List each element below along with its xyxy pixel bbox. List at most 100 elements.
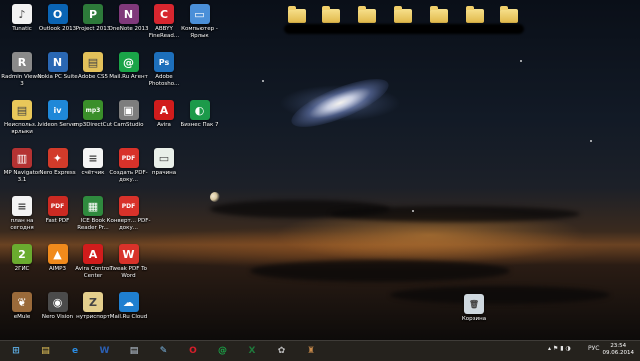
project-icon: P xyxy=(83,4,103,24)
folder-icon[interactable] xyxy=(358,6,378,24)
nero-express-icon: ✦ xyxy=(47,148,68,168)
tweak-pdf-icon: W xyxy=(118,244,139,264)
emule-icon: ❦ xyxy=(12,292,32,312)
windows-icon: ⊞ xyxy=(12,346,20,356)
excel-icon: X xyxy=(248,346,256,356)
desktop-icon-label: прачина xyxy=(151,170,177,176)
redacted-labels xyxy=(284,24,524,34)
moon-image xyxy=(210,192,220,202)
mailru-cloud-icon: ☁ xyxy=(118,292,139,312)
taskbar: ⊞ ▤ e W ▤ ✎ O @ X ✿ ♜ ▴ ⚑ ▮ ◑ РУС 23:54 09.06.2014 xyxy=(0,340,640,361)
document-icon: ≡ xyxy=(83,148,103,168)
folder-icon[interactable] xyxy=(466,6,486,24)
avira-control-icon: A xyxy=(83,244,103,264)
mp3directcut-icon: mp3 xyxy=(83,100,103,120)
word-button[interactable]: W xyxy=(95,343,115,359)
paint-button[interactable]: ✿ xyxy=(272,343,292,359)
desktop-icon[interactable]: ≡ план на сегодня xyxy=(3,196,41,231)
nero-vision-icon: ◉ xyxy=(47,292,68,312)
paint-icon: ✿ xyxy=(277,346,286,356)
desktop-icon[interactable]: ▤ Неиспольз... ярлыки xyxy=(3,100,41,135)
folder-icon: ▤ xyxy=(12,100,32,120)
internet-explorer-icon: e xyxy=(71,346,79,356)
desktop-icon-label: Конверт... PDF-доку... xyxy=(106,218,151,231)
ie-button[interactable]: e xyxy=(65,343,85,359)
start-button[interactable]: ⊞ xyxy=(6,343,26,359)
cloud-shape xyxy=(330,206,580,222)
star xyxy=(262,80,264,82)
outlook-icon: O xyxy=(47,4,68,24)
desktop-wallpaper: ♪ Tunatic O Outlook 2013 P Project 2013 N OneNo… xyxy=(0,0,640,340)
word-icon: W xyxy=(99,346,110,356)
clock-time: 23:54 xyxy=(610,343,627,349)
abbyy-icon: C xyxy=(154,4,174,24)
recycle-bin-icon: 🗑 xyxy=(464,294,484,314)
aimp3-icon: ▲ xyxy=(47,244,68,264)
mailru-agent-button[interactable]: @ xyxy=(213,343,233,359)
radmin-icon: R xyxy=(12,52,32,72)
zip-folder-icon: Z xyxy=(83,292,103,312)
desktop-icon[interactable]: W Tweak PDF To Word xyxy=(110,244,148,279)
tunatic-icon: ♪ xyxy=(12,4,32,24)
create-pdf-icon: PDF xyxy=(118,148,139,168)
desktop-icon[interactable]: 🗑 Корзина xyxy=(455,294,493,323)
opera-button[interactable]: O xyxy=(183,343,203,359)
tray-icons[interactable]: ▴ ⚑ ▮ ◑ xyxy=(548,345,571,352)
fast-pdf-icon: PDF xyxy=(47,196,68,216)
star xyxy=(520,60,522,62)
cloud-shape xyxy=(390,286,610,304)
folder-icon[interactable] xyxy=(500,6,520,24)
language-indicator[interactable]: РУС xyxy=(588,345,599,352)
folder-icon[interactable] xyxy=(430,6,450,24)
clock[interactable]: 23:54 09.06.2014 xyxy=(603,343,635,357)
star xyxy=(590,140,592,142)
desktop-icon-label: Бизнес Пак 7 xyxy=(180,122,219,128)
desktop-icon[interactable]: PDF Конверт... PDF-доку... xyxy=(106,196,151,231)
folder-icon[interactable] xyxy=(394,6,414,24)
desktop-icon[interactable]: R Radmin Viewer 3 xyxy=(1,52,43,87)
explorer-button[interactable]: ▤ xyxy=(36,343,56,359)
clock-date: 09.06.2014 xyxy=(602,350,635,356)
avira-icon: A xyxy=(154,100,174,120)
lamp-icon: ♜ xyxy=(306,346,316,356)
mailru-agent-icon: @ xyxy=(118,52,139,72)
nokia-icon: N xyxy=(47,52,68,72)
desktop-icon-label: Корзина xyxy=(461,316,487,322)
2gis-icon: 2 xyxy=(12,244,32,264)
desktop-icon[interactable]: Ps Adobe Photosho... xyxy=(145,52,183,87)
notes-button[interactable]: ✎ xyxy=(154,343,174,359)
camstudio-icon: ▣ xyxy=(118,100,139,120)
adobe-cs5-icon: ▤ xyxy=(83,52,103,72)
cloud-shape xyxy=(250,260,510,282)
opera-icon: O xyxy=(189,346,197,356)
photoshop-icon: Ps xyxy=(154,52,174,72)
ivideon-icon: iv xyxy=(47,100,68,120)
excel-button[interactable]: X xyxy=(242,343,262,359)
desktop-icon[interactable]: ▭ прачина xyxy=(145,148,183,177)
desktop-icon-label: Tweak PDF To Word xyxy=(110,266,147,279)
onenote-icon: N xyxy=(118,4,139,24)
documents-button[interactable]: ▤ xyxy=(124,343,144,359)
star xyxy=(412,210,414,212)
image-file-icon: ▭ xyxy=(154,148,174,168)
desktop-icon[interactable]: ◐ Бизнес Пак 7 xyxy=(180,100,219,129)
folder-icon[interactable] xyxy=(288,6,308,24)
mailru-agent-icon: @ xyxy=(218,346,227,356)
desktop-icon[interactable]: PDF Создать PDF-доку... xyxy=(109,148,148,183)
document-icon: ≡ xyxy=(12,196,32,216)
notepad-icon: ✎ xyxy=(159,346,168,356)
desktop-icon[interactable]: ▥ MP Navigator 3.1 xyxy=(3,148,41,183)
desktop-icon-label: Mail.Ru Cloud xyxy=(109,314,148,320)
computer-icon: ▭ xyxy=(189,4,210,24)
folder-icon[interactable] xyxy=(322,6,342,24)
desktop-icon[interactable]: ☁ Mail.Ru Cloud xyxy=(110,292,148,321)
desktop-icon-label: Компьютер - Ярлык xyxy=(181,26,218,39)
document-icon: ▤ xyxy=(129,346,139,356)
ice-book-reader-icon: ▦ xyxy=(83,196,103,216)
galaxy-image xyxy=(286,69,394,137)
desktop-icon[interactable]: ▭ Компьютер - Ярлык xyxy=(181,4,219,39)
business-pack-icon: ◐ xyxy=(189,100,210,120)
desktop-icon-label: Adobe Photosho... xyxy=(148,74,180,87)
folder-icon: ▤ xyxy=(41,346,50,356)
app-button[interactable]: ♜ xyxy=(301,343,321,359)
